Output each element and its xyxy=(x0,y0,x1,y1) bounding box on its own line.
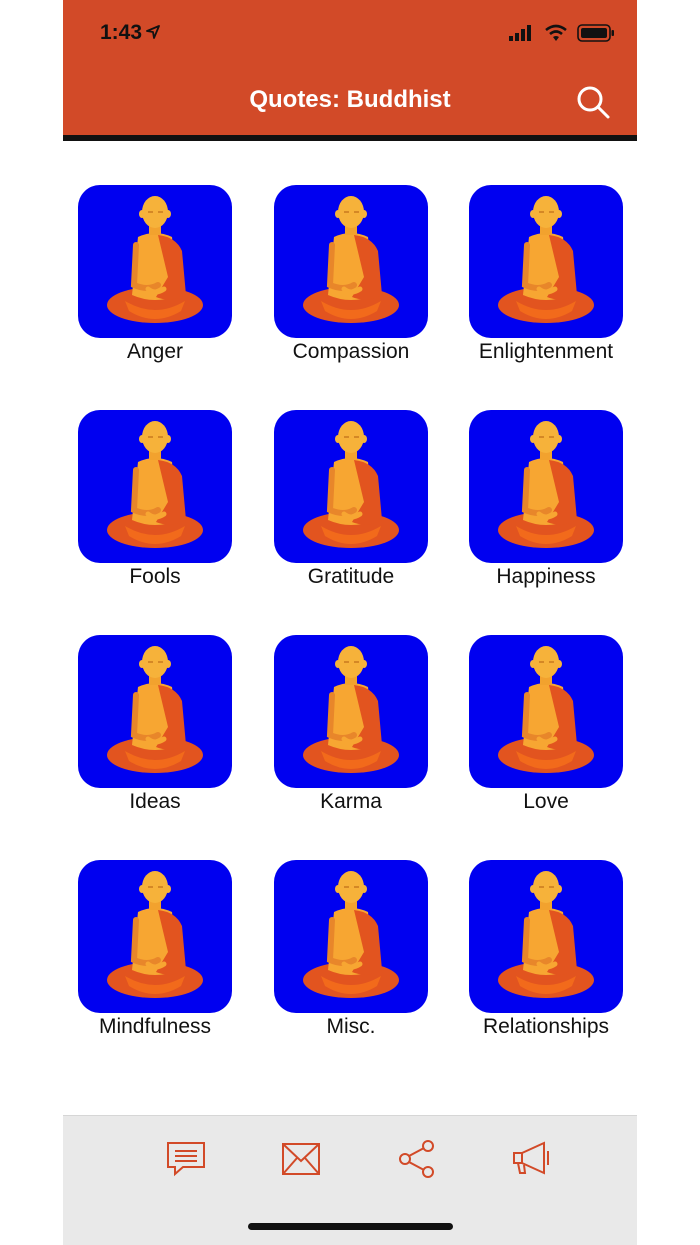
signal-icon xyxy=(509,25,531,41)
category-label: Misc. xyxy=(326,1015,376,1038)
app-screen: 1:43 Quotes: Buddhist Anger Compassion E… xyxy=(63,0,637,1245)
category-image xyxy=(274,410,428,563)
category-tile[interactable]: Compassion xyxy=(274,185,428,370)
category-tile[interactable]: Ideas xyxy=(78,635,232,820)
category-image xyxy=(78,410,232,563)
category-tile[interactable]: Happiness xyxy=(469,410,623,595)
category-tile[interactable]: Enlightenment xyxy=(469,185,623,370)
monk-icon xyxy=(498,196,594,323)
category-label: Compassion xyxy=(292,340,410,363)
mail-icon xyxy=(282,1143,320,1175)
message-button[interactable] xyxy=(165,1139,209,1179)
monk-icon xyxy=(498,871,594,998)
category-label: Gratitude xyxy=(307,565,395,588)
category-tile[interactable]: Fools xyxy=(78,410,232,595)
search-button[interactable] xyxy=(575,84,611,120)
category-label: Relationships xyxy=(482,1015,610,1038)
home-indicator xyxy=(248,1223,453,1230)
monk-icon xyxy=(107,421,203,548)
category-image xyxy=(78,185,232,338)
category-image xyxy=(469,860,623,1013)
status-time: 1:43 xyxy=(100,21,160,45)
page-title: Quotes: Buddhist xyxy=(249,86,451,113)
mail-button[interactable] xyxy=(280,1139,324,1179)
category-image xyxy=(274,635,428,788)
category-tile[interactable]: Gratitude xyxy=(274,410,428,595)
category-tile[interactable]: Karma xyxy=(274,635,428,820)
category-image xyxy=(469,635,623,788)
category-label: Happiness xyxy=(496,565,596,588)
monk-icon xyxy=(107,871,203,998)
category-tile[interactable]: Mindfulness xyxy=(78,860,232,1045)
category-tile[interactable]: Love xyxy=(469,635,623,820)
monk-icon xyxy=(107,646,203,773)
category-image xyxy=(78,635,232,788)
status-time-text: 1:43 xyxy=(100,21,143,44)
monk-icon xyxy=(303,421,399,548)
monk-icon xyxy=(107,196,203,323)
category-label: Ideas xyxy=(129,790,181,813)
category-image xyxy=(274,860,428,1013)
category-label: Love xyxy=(523,790,569,813)
header-divider xyxy=(63,135,637,141)
category-label: Fools xyxy=(129,565,181,588)
battery-icon xyxy=(577,24,614,42)
category-image xyxy=(469,185,623,338)
category-image xyxy=(274,185,428,338)
search-icon xyxy=(577,86,610,119)
category-tile[interactable]: Anger xyxy=(78,185,232,370)
monk-icon xyxy=(303,196,399,323)
location-arrow-icon xyxy=(146,21,160,45)
wifi-icon xyxy=(545,24,567,41)
megaphone-icon xyxy=(513,1141,549,1175)
category-tile[interactable]: Misc. xyxy=(274,860,428,1045)
monk-icon xyxy=(303,646,399,773)
share-icon xyxy=(399,1140,434,1178)
category-image xyxy=(469,410,623,563)
monk-icon xyxy=(498,421,594,548)
message-icon xyxy=(167,1142,205,1177)
category-label: Mindfulness xyxy=(98,1015,212,1038)
monk-icon xyxy=(303,871,399,998)
header-bar: 1:43 Quotes: Buddhist xyxy=(63,0,637,135)
announce-button[interactable] xyxy=(510,1139,554,1179)
share-button[interactable] xyxy=(395,1139,439,1179)
category-label: Enlightenment xyxy=(478,340,614,363)
category-label: Karma xyxy=(320,790,382,813)
category-label: Anger xyxy=(126,340,184,363)
monk-icon xyxy=(498,646,594,773)
status-icons xyxy=(509,24,615,42)
category-tile[interactable]: Relationships xyxy=(469,860,623,1045)
category-image xyxy=(78,860,232,1013)
